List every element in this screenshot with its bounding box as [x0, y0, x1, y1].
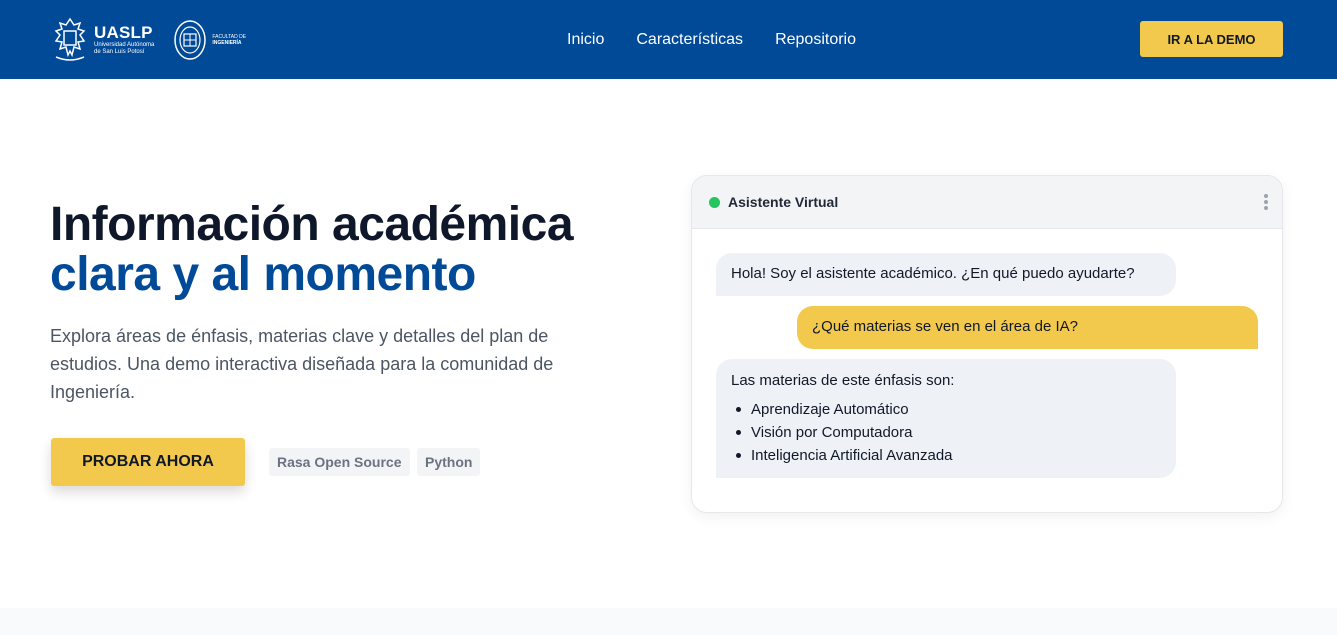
brand-logos: UASLP Universidad Autónoma de San Luis P…	[50, 15, 246, 65]
list-item: Aprendizaje Automático	[731, 398, 1161, 421]
nav-link-caracteristicas[interactable]: Características	[636, 30, 743, 50]
fi-line-2: INGENIERÍA	[212, 40, 242, 46]
hero-description: Explora áreas de énfasis, materias clave…	[50, 326, 554, 402]
online-status-icon	[709, 197, 720, 208]
chat-header: Asistente Virtual	[692, 176, 1282, 229]
tech-tag-rasa: Rasa Open Source	[269, 448, 410, 476]
go-to-demo-button[interactable]: IR A LA DEMO	[1140, 21, 1283, 57]
chat-preview-card: Asistente Virtual Hola! Soy el asistente…	[691, 175, 1283, 513]
next-section-band	[0, 608, 1337, 635]
user-message-question: ¿Qué materias se ven en el área de IA?	[797, 306, 1258, 349]
hero-title-line-1: Información académica	[50, 198, 574, 251]
list-item: Visión por Computadora	[731, 421, 1161, 444]
more-options-icon[interactable]	[1264, 194, 1268, 210]
nav-link-inicio[interactable]: Inicio	[567, 30, 604, 50]
hero-title: Información académica clara y al momento	[50, 198, 574, 301]
ingenieria-wordmark: FACULTAD DE INGENIERÍA	[212, 34, 246, 46]
uaslp-logo[interactable]: UASLP Universidad Autónoma de San Luis P…	[50, 17, 154, 63]
top-navbar: UASLP Universidad Autónoma de San Luis P…	[0, 0, 1337, 79]
list-item: Inteligencia Artificial Avanzada	[731, 444, 1161, 467]
bot-message-answer: Las materias de este énfasis son: Aprend…	[716, 359, 1176, 478]
hero-title-line-2: clara y al momento	[50, 248, 476, 301]
bot-message-greeting: Hola! Soy el asistente académico. ¿En qu…	[716, 253, 1176, 296]
subject-list: Aprendizaje Automático Visión por Comput…	[731, 398, 1161, 467]
ingenieria-shield-icon	[174, 20, 207, 60]
nav-link-repositorio[interactable]: Repositorio	[775, 30, 856, 50]
chat-title: Asistente Virtual	[728, 194, 839, 210]
uaslp-subtitle-1: Universidad Autónoma	[94, 42, 155, 48]
uaslp-wordmark: UASLP Universidad Autónoma de San Luis P…	[94, 24, 154, 56]
try-now-button[interactable]: PROBAR AHORA	[51, 438, 245, 486]
facultad-ingenieria-logo[interactable]: FACULTAD DE INGENIERÍA	[172, 18, 246, 62]
main-nav: Inicio Características Repositorio	[567, 30, 888, 50]
uaslp-subtitle-2: de San Luis Potosí	[94, 49, 145, 55]
uaslp-title: UASLP	[94, 23, 153, 42]
uaslp-crest-icon	[54, 17, 86, 61]
bot-answer-intro: Las materias de este énfasis son:	[731, 372, 955, 389]
tech-tag-python: Python	[417, 448, 481, 476]
